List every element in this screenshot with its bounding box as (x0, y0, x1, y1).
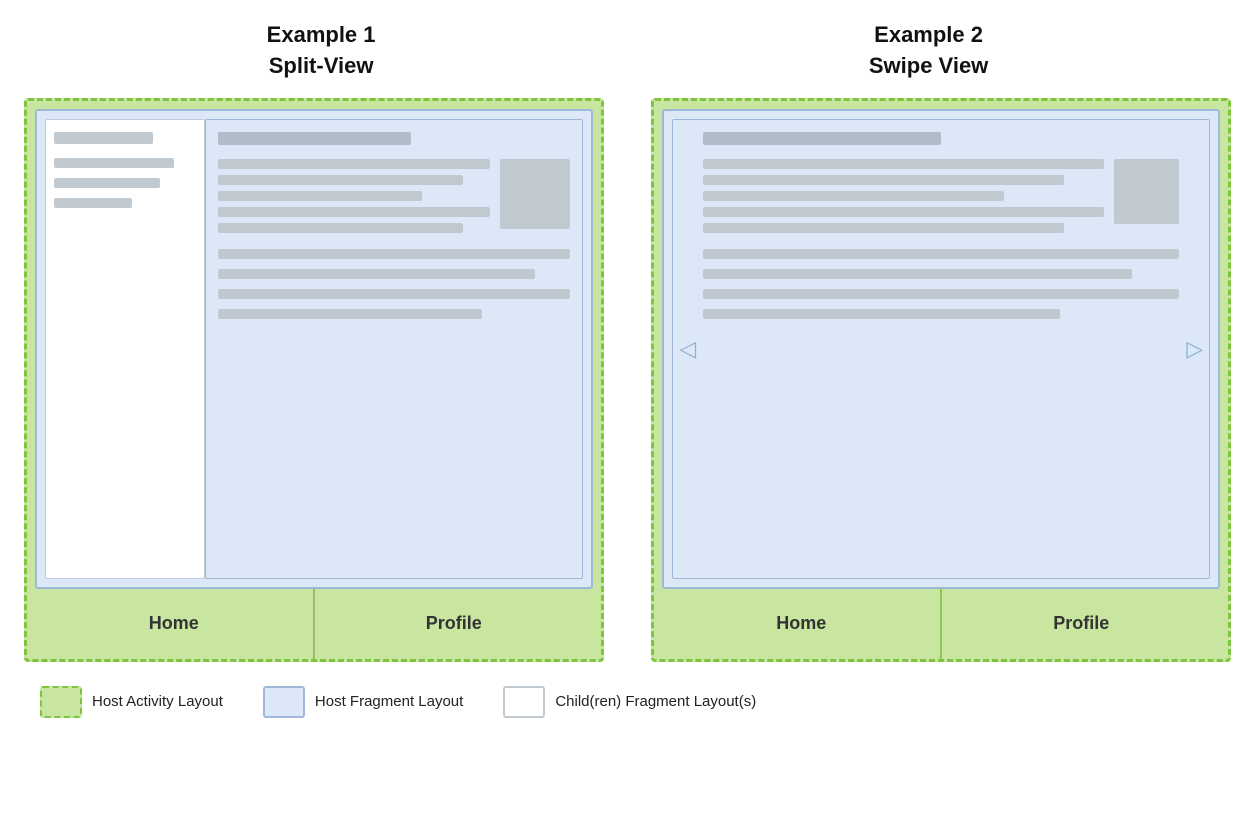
swipe-text-9 (703, 309, 1060, 319)
content-section-1 (218, 159, 570, 239)
example1-container: Home Profile (24, 98, 604, 662)
legend: Host Activity Layout Host Fragment Layou… (20, 686, 1235, 718)
swipe-text-5 (703, 223, 1064, 233)
swipe-view-inner: ◁ (672, 119, 1210, 579)
text-bar-2 (218, 175, 463, 185)
content-title (218, 132, 412, 145)
content-text-col (218, 159, 490, 239)
text-bar-7 (218, 269, 535, 279)
example2-host-activity: ◁ (651, 98, 1231, 662)
split-content (205, 119, 583, 579)
example2-bottom-nav: Home Profile (662, 589, 1220, 659)
example2-container: ◁ (651, 98, 1231, 662)
titles-row: Example 1 Split-View Example 2 Swipe Vie… (20, 20, 1235, 82)
swipe-text-1 (703, 159, 1104, 169)
sidebar-item-1 (54, 132, 153, 144)
example1-host-activity: Home Profile (24, 98, 604, 662)
legend-host-activity-label: Host Activity Layout (92, 693, 223, 710)
sidebar-item-3 (54, 178, 161, 188)
page-wrapper: Example 1 Split-View Example 2 Swipe Vie… (20, 20, 1235, 718)
swipe-left-arrow[interactable]: ◁ (679, 336, 696, 362)
legend-child-fragment: Child(ren) Fragment Layout(s) (503, 686, 756, 718)
text-bar-6 (218, 249, 570, 259)
swipe-text-col (703, 159, 1104, 239)
text-bar-3 (218, 191, 422, 201)
split-sidebar (45, 119, 205, 579)
swipe-content-title (703, 132, 941, 145)
swipe-text-3 (703, 191, 1004, 201)
sidebar-item-2 (54, 158, 175, 168)
swipe-text-6 (703, 249, 1179, 259)
swipe-right-arrow[interactable]: ▷ (1186, 336, 1203, 362)
text-bar-4 (218, 207, 490, 217)
example2-host-fragment: ◁ (662, 109, 1220, 589)
swipe-content-section (703, 159, 1179, 239)
legend-host-activity: Host Activity Layout (40, 686, 223, 718)
text-bar-5 (218, 223, 463, 233)
example1-profile-nav[interactable]: Profile (315, 589, 593, 659)
legend-host-fragment: Host Fragment Layout (263, 686, 463, 718)
example2-profile-nav[interactable]: Profile (942, 589, 1220, 659)
legend-white-box (503, 686, 545, 718)
legend-blue-box (263, 686, 305, 718)
swipe-text-4 (703, 207, 1104, 217)
legend-green-box (40, 686, 82, 718)
swipe-image (1114, 159, 1179, 224)
text-bar-8 (218, 289, 570, 299)
examples-row: Home Profile ◁ (20, 98, 1235, 662)
content-image (500, 159, 570, 229)
example1-host-fragment (35, 109, 593, 589)
example1-home-nav[interactable]: Home (35, 589, 313, 659)
legend-child-fragment-label: Child(ren) Fragment Layout(s) (555, 693, 756, 710)
split-view-inner (45, 119, 583, 579)
legend-host-fragment-label: Host Fragment Layout (315, 693, 463, 710)
text-bar-9 (218, 309, 482, 319)
sidebar-item-4 (54, 198, 132, 208)
example2-home-nav[interactable]: Home (662, 589, 940, 659)
swipe-text-2 (703, 175, 1064, 185)
example1-title: Example 1 Split-View (267, 20, 376, 82)
text-bar-1 (218, 159, 490, 169)
swipe-text-8 (703, 289, 1179, 299)
example2-title: Example 2 Swipe View (869, 20, 988, 82)
example1-bottom-nav: Home Profile (35, 589, 593, 659)
swipe-text-7 (703, 269, 1131, 279)
